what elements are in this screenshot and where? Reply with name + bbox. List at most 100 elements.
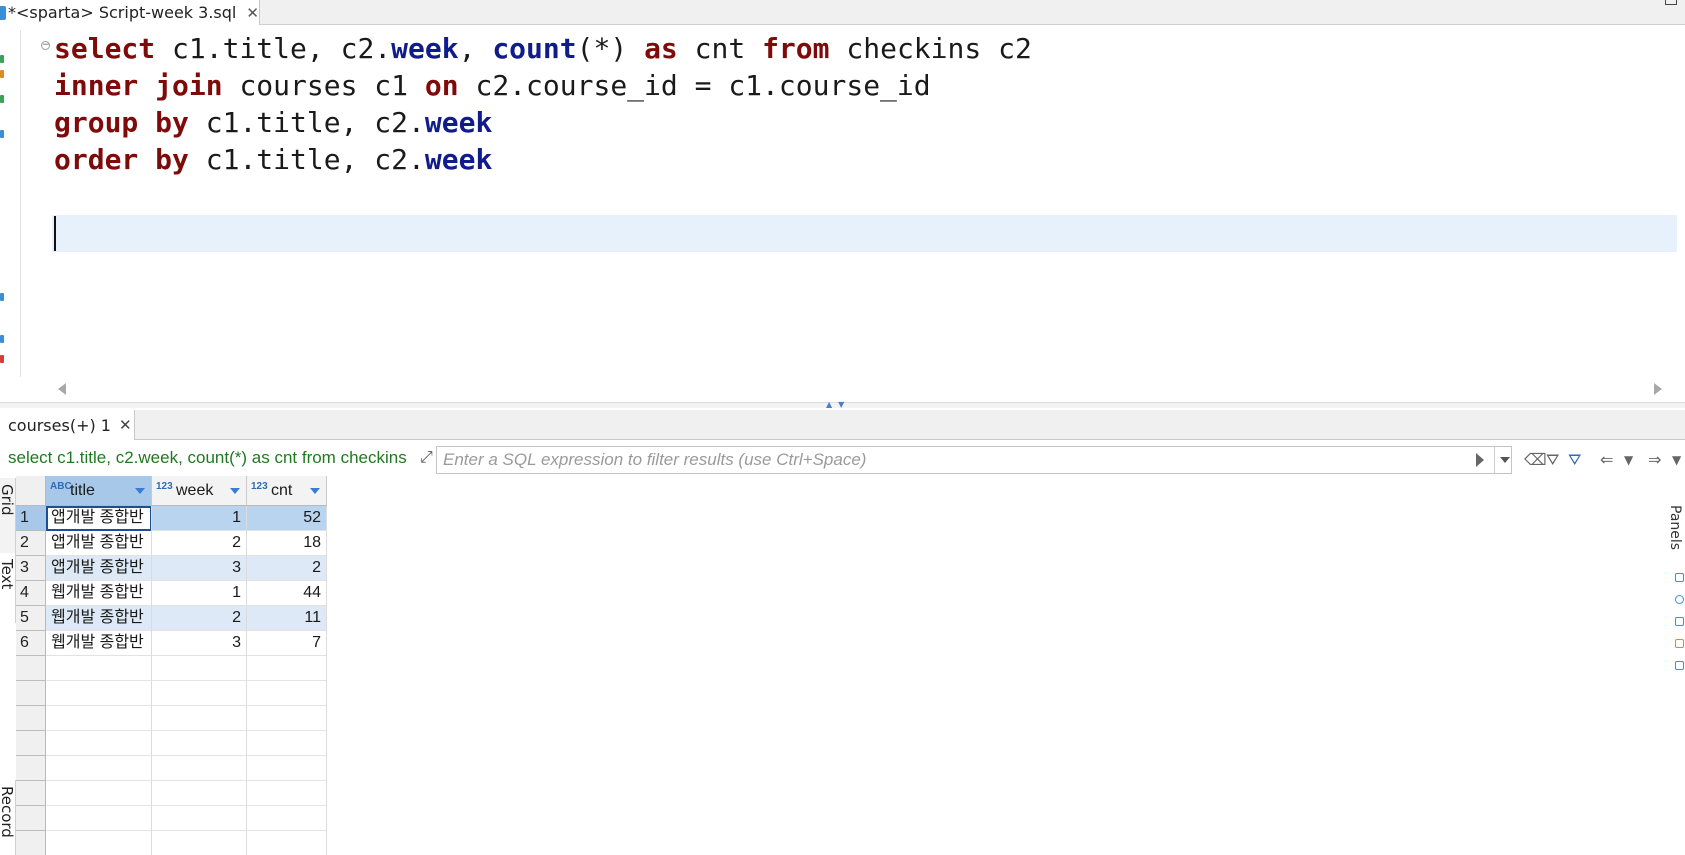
- column-header-week[interactable]: 123 week: [152, 476, 247, 506]
- back-icon[interactable]: ⇐: [1600, 450, 1613, 469]
- sql-builtin: week: [391, 32, 459, 65]
- panel-icon[interactable]: [1675, 595, 1684, 604]
- maximize-icon[interactable]: [1665, 0, 1677, 5]
- grid-body: 앱개발 종합반 1 52 앱개발 종합반 2 18 앱개발 종합반 3 2 웹개발 종합반 1 44 웹…: [46, 506, 327, 656]
- empty-row-number: [16, 781, 46, 806]
- column-header-label: week: [176, 482, 214, 499]
- cell-week[interactable]: 2: [152, 606, 247, 631]
- results-grid[interactable]: 123456 ABC title 123 week 123 cnt 앱개발 종합반 1 52 앱…: [16, 476, 1676, 855]
- scroll-right-icon[interactable]: [1654, 383, 1662, 395]
- results-tab-courses[interactable]: courses(+) 1 ✕: [0, 410, 135, 440]
- expand-icon[interactable]: ⤢: [420, 447, 433, 467]
- close-icon[interactable]: ✕: [246, 4, 259, 22]
- chevron-down-icon[interactable]: ▼: [1624, 453, 1633, 467]
- results-tabstrip: courses(+) 1 ✕: [0, 410, 1685, 440]
- row-number[interactable]: 6: [16, 631, 46, 656]
- tab-record[interactable]: Record: [0, 780, 16, 855]
- cell-title[interactable]: 앱개발 종합반: [46, 556, 152, 581]
- sql-keyword: by: [155, 106, 189, 139]
- tab-panels-label[interactable]: Panels: [1667, 505, 1683, 550]
- erase-filter-icon[interactable]: ⌫: [1524, 450, 1547, 469]
- cell-cnt[interactable]: 11: [247, 606, 327, 631]
- toolbar-icon[interactable]: [0, 95, 4, 103]
- toolbar-icon[interactable]: [0, 70, 4, 78]
- tab-grid[interactable]: Grid: [0, 478, 16, 553]
- chevron-down-icon[interactable]: ▼: [1672, 453, 1681, 467]
- filter-history-dropdown[interactable]: [1494, 446, 1514, 474]
- apply-filter-icon[interactable]: [1476, 453, 1484, 467]
- cell-cnt[interactable]: 44: [247, 581, 327, 606]
- toolbar-icon[interactable]: [0, 55, 4, 63]
- editor-horizontal-scrollbar[interactable]: [50, 380, 1670, 398]
- sql-line[interactable]: inner join courses c1 on c2.course_id = …: [54, 67, 1674, 104]
- sort-dropdown-icon[interactable]: [135, 488, 145, 494]
- table-row[interactable]: 웹개발 종합반 2 11: [46, 606, 327, 631]
- sql-editor[interactable]: − select c1.title, c2.week, count(*) as …: [20, 30, 1680, 377]
- table-row[interactable]: 앱개발 종합반 2 18: [46, 531, 327, 556]
- cell-cnt[interactable]: 7: [247, 631, 327, 656]
- cell-cnt[interactable]: 52: [247, 506, 327, 531]
- toolbar-icon[interactable]: [0, 293, 4, 301]
- row-number[interactable]: 5: [16, 606, 46, 631]
- toolbar-icon[interactable]: [0, 130, 4, 138]
- row-number[interactable]: 2: [16, 531, 46, 556]
- fold-toggle-icon[interactable]: −: [41, 41, 50, 50]
- cell-cnt[interactable]: 18: [247, 531, 327, 556]
- editor-tab-script[interactable]: *<sparta> Script-week 3.sql ✕: [0, 0, 260, 25]
- sort-dropdown-icon[interactable]: [310, 488, 320, 494]
- close-icon[interactable]: ✕: [119, 416, 132, 434]
- filter-settings-icon[interactable]: ⛛: [1546, 450, 1559, 470]
- tab-text[interactable]: Text: [0, 553, 16, 623]
- query-text-preview[interactable]: select c1.title, c2.week, count(*) as cn…: [8, 448, 412, 472]
- row-number[interactable]: 1: [16, 506, 46, 531]
- cell-week[interactable]: 1: [152, 581, 247, 606]
- sql-script-icon: [0, 5, 6, 20]
- sql-code[interactable]: select c1.title, c2.week, count(*) as cn…: [54, 30, 1674, 178]
- panel-icon[interactable]: [1675, 573, 1684, 582]
- filter-icon[interactable]: ⛛: [1568, 450, 1581, 470]
- column-header-title[interactable]: ABC title: [46, 476, 152, 506]
- panel-icon[interactable]: [1675, 661, 1684, 670]
- empty-row-number: [16, 681, 46, 706]
- cell-week[interactable]: 2: [152, 531, 247, 556]
- table-row[interactable]: 웹개발 종합반 1 44: [46, 581, 327, 606]
- cell-title[interactable]: 앱개발 종합반: [46, 506, 152, 531]
- sql-text: ,: [458, 32, 493, 65]
- cell-week[interactable]: 1: [152, 506, 247, 531]
- toolbar-icon[interactable]: [0, 355, 4, 363]
- empty-row: [46, 706, 327, 731]
- column-divider: [246, 506, 247, 855]
- cell-cnt[interactable]: 2: [247, 556, 327, 581]
- table-row[interactable]: 앱개발 종합반 3 2: [46, 556, 327, 581]
- sql-line[interactable]: group by c1.title, c2.week: [54, 104, 1674, 141]
- row-number[interactable]: 3: [16, 556, 46, 581]
- sort-dropdown-icon[interactable]: [230, 488, 240, 494]
- row-number-column: 123456: [16, 476, 46, 855]
- row-number[interactable]: 4: [16, 581, 46, 606]
- table-row[interactable]: 앱개발 종합반 1 52: [46, 506, 327, 531]
- column-header-cnt[interactable]: 123 cnt: [247, 476, 327, 506]
- toolbar-icon[interactable]: [0, 335, 4, 343]
- forward-icon[interactable]: ⇒: [1648, 450, 1661, 469]
- cell-title[interactable]: 웹개발 종합반: [46, 631, 152, 656]
- filter-expression-input[interactable]: Enter a SQL expression to filter results…: [436, 446, 1512, 474]
- splitter-grip-icon[interactable]: ▲▼: [826, 401, 862, 409]
- sql-line[interactable]: order by c1.title, c2.week: [54, 141, 1674, 178]
- scroll-left-icon[interactable]: [58, 383, 66, 395]
- sql-line[interactable]: select c1.title, c2.week, count(*) as cn…: [54, 30, 1674, 67]
- panel-icon[interactable]: [1675, 617, 1684, 626]
- cell-title[interactable]: 웹개발 종합반: [46, 581, 152, 606]
- cell-week[interactable]: 3: [152, 631, 247, 656]
- cell-title[interactable]: 웹개발 종합반: [46, 606, 152, 631]
- panel-icon[interactable]: [1675, 639, 1684, 648]
- grid-header: ABC title 123 week 123 cnt: [46, 476, 327, 506]
- results-tab-label: courses(+) 1: [8, 415, 111, 435]
- left-trim-bar: [0, 25, 5, 395]
- cell-week[interactable]: 3: [152, 556, 247, 581]
- cell-title[interactable]: 앱개발 종합반: [46, 531, 152, 556]
- sql-text: c2.course_id = c1.course_id: [458, 69, 931, 102]
- tab-record-label: Record: [0, 786, 16, 838]
- table-row[interactable]: 웹개발 종합반 3 7: [46, 631, 327, 656]
- sql-builtin: week: [424, 106, 493, 139]
